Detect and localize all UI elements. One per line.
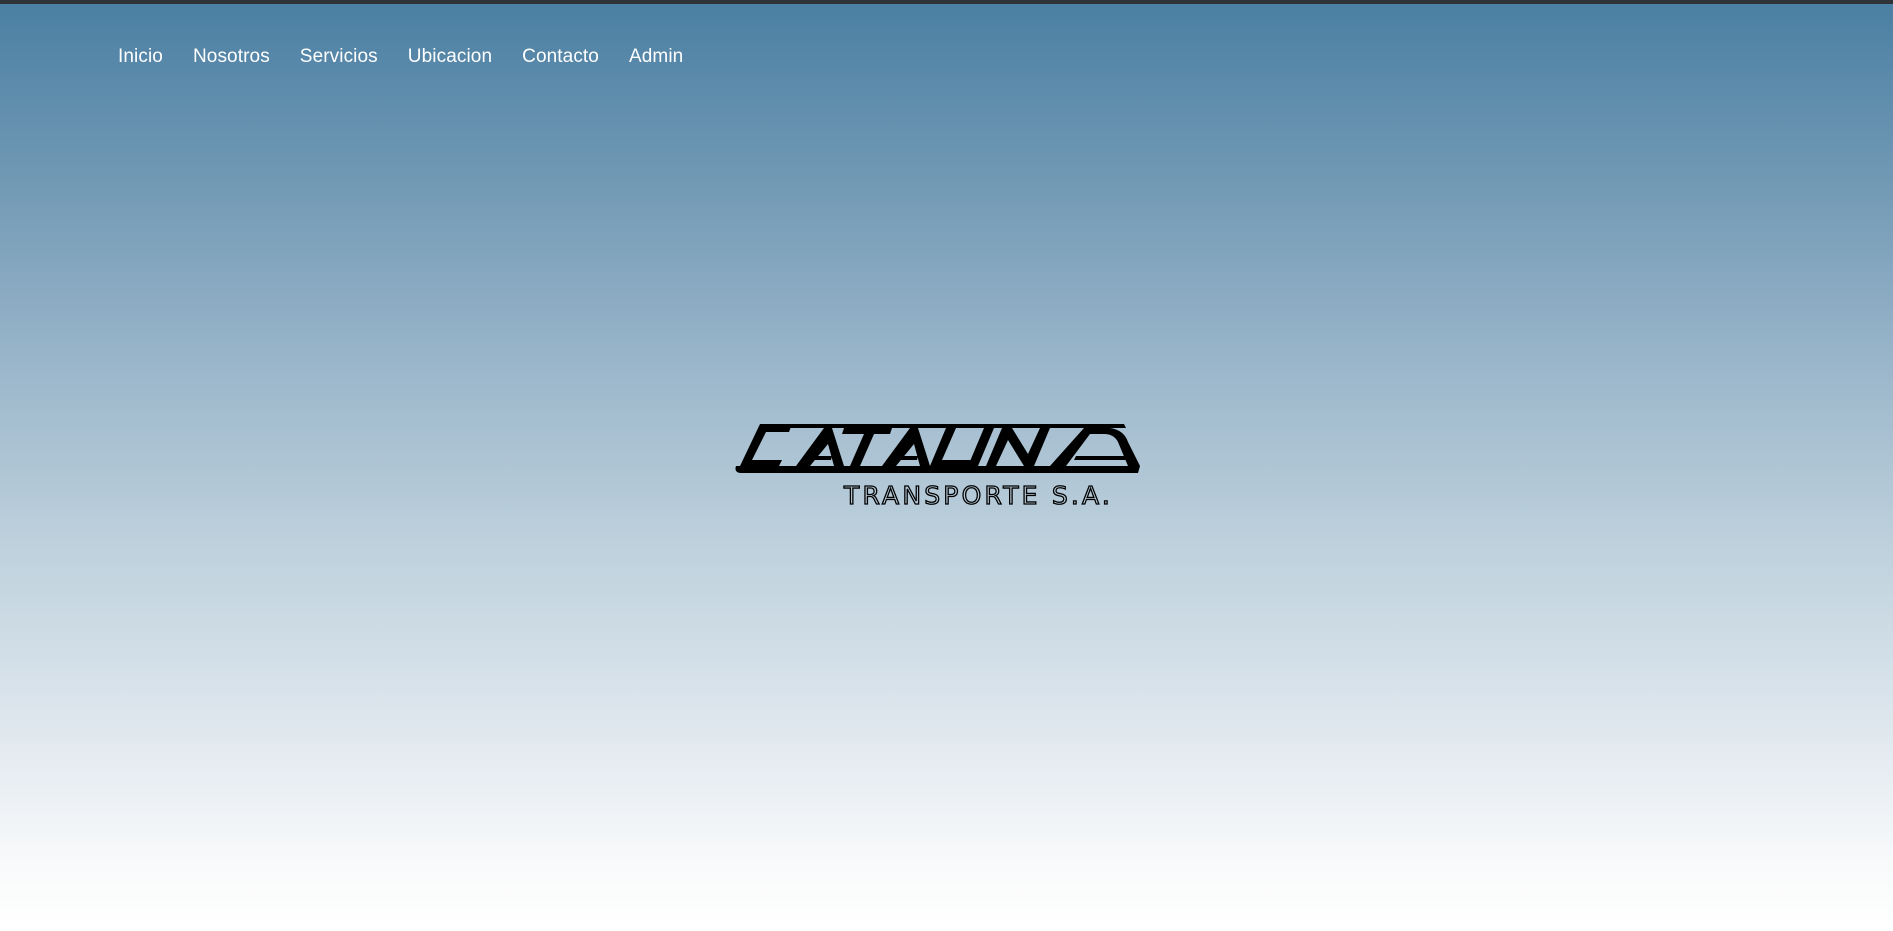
page-bottom [0,920,1893,931]
nav-link-inicio[interactable]: Inicio [118,44,163,70]
logo-wordmark [735,424,1140,473]
nav-link-contacto[interactable]: Contacto [522,44,599,70]
nav-link-nosotros[interactable]: Nosotros [193,44,270,70]
nav-link-admin[interactable]: Admin [629,44,683,70]
nav-link-ubicacion[interactable]: Ubicacion [408,44,492,70]
main-nav: Inicio Nosotros Servicios Ubicacion Cont… [118,44,713,70]
top-border [0,0,1893,4]
logo-subtitle: TRANSPORTE S.A. [843,481,1113,510]
nav-link-servicios[interactable]: Servicios [300,44,378,70]
company-logo: TRANSPORTE S.A. [732,420,1152,510]
